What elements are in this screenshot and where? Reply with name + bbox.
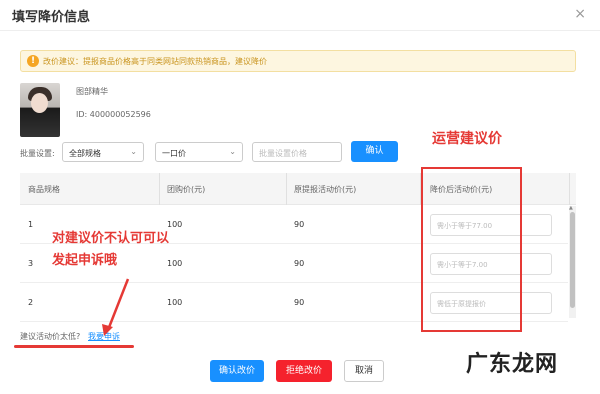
price-type-select[interactable]: 一口价 ⌄	[155, 142, 243, 162]
reject-price-button[interactable]: 拒绝改价	[276, 360, 332, 382]
confirm-price-button[interactable]: 确认改价	[210, 360, 264, 382]
annotation-suggested-price: 运营建议价	[432, 131, 502, 147]
annotation-underline	[14, 345, 134, 348]
cell-spec: 2	[28, 298, 34, 307]
appeal-prompt: 建议活动价太低?	[20, 332, 81, 341]
header-spec: 商品规格	[28, 185, 60, 194]
annotation-appeal-hint: 对建议价不认可可以发起申诉哦	[52, 231, 170, 268]
chevron-down-icon: ⌄	[229, 147, 236, 156]
title-divider	[0, 30, 600, 31]
product-image	[20, 83, 60, 137]
exclamation-icon: !	[27, 55, 39, 67]
cell-spec: 1	[28, 220, 34, 229]
batch-price-input[interactable]: 批量设置价格	[252, 142, 342, 162]
price-suggestion-banner: ! 改价建议：提报商品价格高于同类网站同款热销商品，建议降价	[20, 50, 576, 72]
cell-original-price: 90	[294, 298, 305, 307]
price-type-value: 一口价	[162, 149, 186, 158]
suggested-price-highlight	[421, 167, 522, 332]
product-name: 图部精华	[76, 87, 108, 96]
header-original-price: 原提报活动价(元)	[294, 185, 357, 194]
scroll-up-icon[interactable]: ▲	[569, 205, 573, 211]
dialog-title: 填写降价信息	[12, 10, 91, 25]
batch-confirm-button[interactable]: 确认	[351, 141, 398, 162]
appeal-link[interactable]: 我要申诉	[88, 331, 120, 342]
chevron-down-icon: ⌄	[130, 147, 137, 156]
cell-group-price: 100	[167, 298, 183, 307]
spec-select-value: 全部规格	[69, 149, 101, 158]
close-icon[interactable]: ×	[574, 6, 586, 22]
price-reduction-dialog: 填写降价信息 × ! 改价建议：提报商品价格高于同类网站同款热销商品，建议降价 …	[0, 0, 600, 394]
cell-original-price: 90	[294, 259, 305, 268]
cell-original-price: 90	[294, 220, 305, 229]
scrollbar-thumb[interactable]	[570, 212, 575, 308]
batch-settings-label: 批量设置:	[20, 149, 55, 158]
cell-spec: 3	[28, 259, 34, 268]
spec-select[interactable]: 全部规格 ⌄	[62, 142, 144, 162]
product-id: ID: 400000052596	[76, 110, 151, 119]
suggestion-text: 改价建议：提报商品价格高于同类网站同款热销商品，建议降价	[43, 57, 267, 66]
site-watermark: 广东龙网	[466, 352, 559, 377]
cancel-button[interactable]: 取消	[344, 360, 384, 382]
header-group-price: 团购价(元)	[167, 185, 206, 194]
